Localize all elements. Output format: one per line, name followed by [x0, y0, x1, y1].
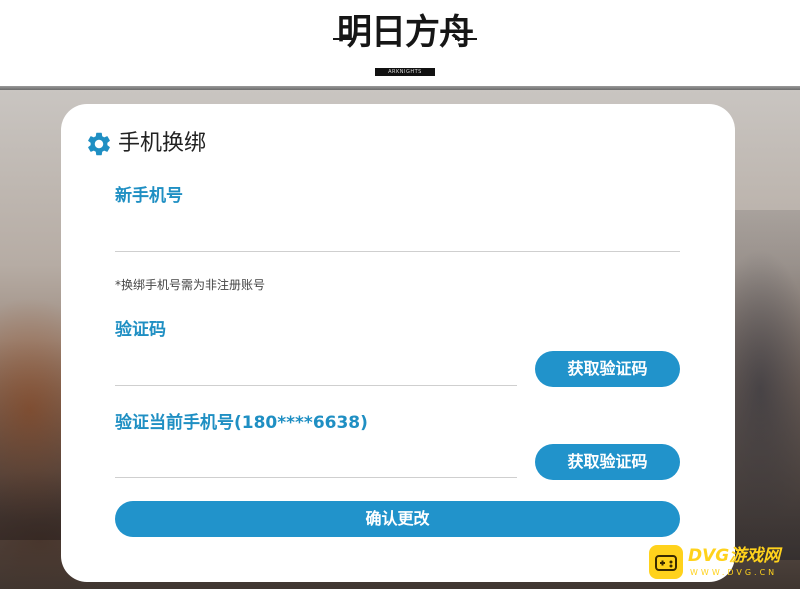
logo-subtitle: ARKNIGHTS	[375, 68, 435, 76]
rebind-hint: *换绑手机号需为非注册账号	[115, 278, 266, 292]
rebind-phone-card: 手机换绑 新手机号 *换绑手机号需为非注册账号 验证码 获取验证码 验证当前手机…	[61, 104, 735, 582]
arknights-logo[interactable]: 明日方舟 ARKNIGHTS	[333, 8, 477, 78]
get-code-button[interactable]: 获取验证码	[535, 351, 680, 387]
new-phone-label: 新手机号	[115, 186, 183, 206]
logo-right-stroke	[455, 38, 477, 40]
watermark-url: WWW.DVG.CN	[690, 568, 778, 577]
verify-current-phone-label: 验证当前手机号(180****6638)	[115, 413, 368, 433]
verification-code-input[interactable]	[115, 352, 517, 386]
gamepad-icon	[649, 545, 683, 579]
background-rock-right	[730, 210, 800, 560]
get-current-phone-code-button[interactable]: 获取验证码	[535, 444, 680, 480]
current-phone-code-input[interactable]	[115, 444, 517, 478]
logo-title: 明日方舟	[336, 12, 474, 53]
gamepad-icon-glyph	[655, 555, 677, 571]
confirm-change-button[interactable]: 确认更改	[115, 501, 680, 537]
verification-code-label: 验证码	[115, 320, 166, 340]
gear-icon	[88, 132, 110, 156]
card-title: 手机换绑	[118, 131, 207, 156]
new-phone-input[interactable]	[115, 218, 680, 252]
page-header: 明日方舟 ARKNIGHTS	[0, 0, 800, 88]
site-watermark: DVG游戏网 WWW.DVG.CN	[645, 540, 795, 585]
card-header: 手机换绑	[85, 128, 206, 160]
background-rock-left	[0, 340, 70, 540]
watermark-text: DVG游戏网	[688, 546, 781, 566]
